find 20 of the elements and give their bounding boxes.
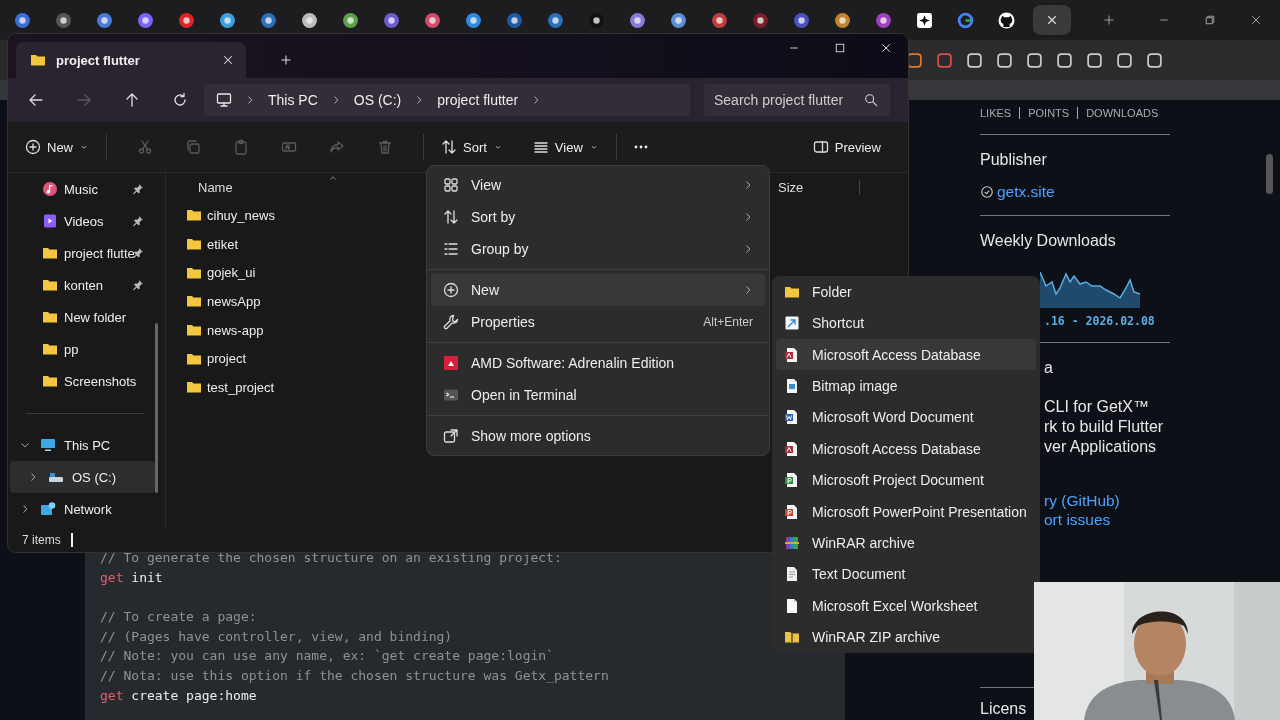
tab-title: project flutter	[56, 52, 140, 68]
section-heading: Licens	[980, 700, 1028, 718]
code-comment: // Nota: use this option if the chosen structure was Getx_pattern	[100, 668, 609, 684]
stat-label: DOWNLOADS	[1086, 107, 1159, 119]
code-command: get create page:home	[100, 687, 257, 703]
code-comment: // (Pages have controller, view, and binding)	[100, 628, 453, 644]
section-heading: a	[1044, 359, 1054, 377]
section-heading: Publisher	[980, 151, 1048, 169]
stat-label: POINTS	[1028, 107, 1070, 119]
stat-label: LIKES	[980, 107, 1012, 119]
section-heading: Weekly Downloads	[980, 232, 1117, 250]
status-text: 7 items	[22, 533, 61, 547]
code-comment: // To generate the chosen structure on an existing project:	[100, 550, 562, 565]
description-text: CLI for GetX™	[1044, 397, 1150, 417]
code-command: get init	[100, 569, 163, 585]
description-text: rk to build Flutter	[1044, 417, 1165, 437]
code-comment: // To create a page:	[100, 609, 257, 625]
code-comment: // Note: you can use any name, ex: `get create page:login`	[100, 648, 554, 664]
date-range: .16 - 2026.02.08	[1044, 314, 1156, 328]
description-text: ver Applications	[1044, 437, 1158, 457]
